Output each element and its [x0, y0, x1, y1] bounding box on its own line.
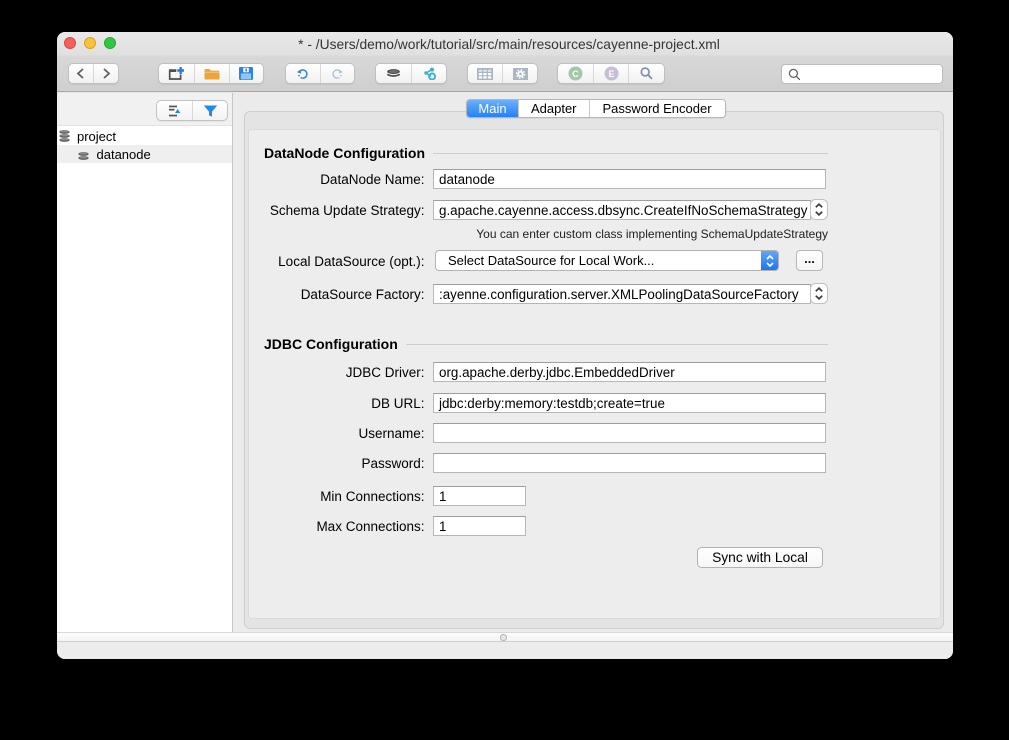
svg-text:E: E — [608, 69, 614, 79]
svg-text:C: C — [572, 69, 579, 79]
